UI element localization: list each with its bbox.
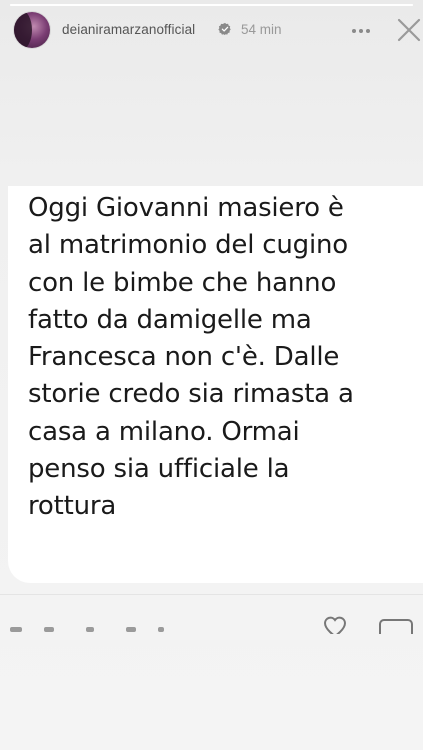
story-header: deianiramarzanofficial 54 min	[0, 8, 423, 54]
send-icon[interactable]	[378, 614, 414, 634]
story-progress-bar	[10, 4, 413, 6]
divider	[0, 594, 423, 595]
avatar[interactable]	[14, 12, 50, 48]
story-progress-fill	[10, 4, 413, 6]
heart-icon[interactable]	[322, 614, 348, 634]
message-text: Oggi Giovanni masiero è al matrimonio de…	[28, 193, 354, 522]
post-time: 54 min	[241, 22, 282, 37]
reply-bar	[0, 604, 423, 634]
reply-input[interactable]	[8, 612, 348, 634]
verified-badge-icon	[218, 22, 231, 36]
close-icon[interactable]	[397, 18, 421, 42]
avatar-image	[14, 12, 32, 48]
more-options-icon[interactable]	[351, 28, 371, 34]
username[interactable]: deianiramarzanofficial	[62, 22, 195, 37]
